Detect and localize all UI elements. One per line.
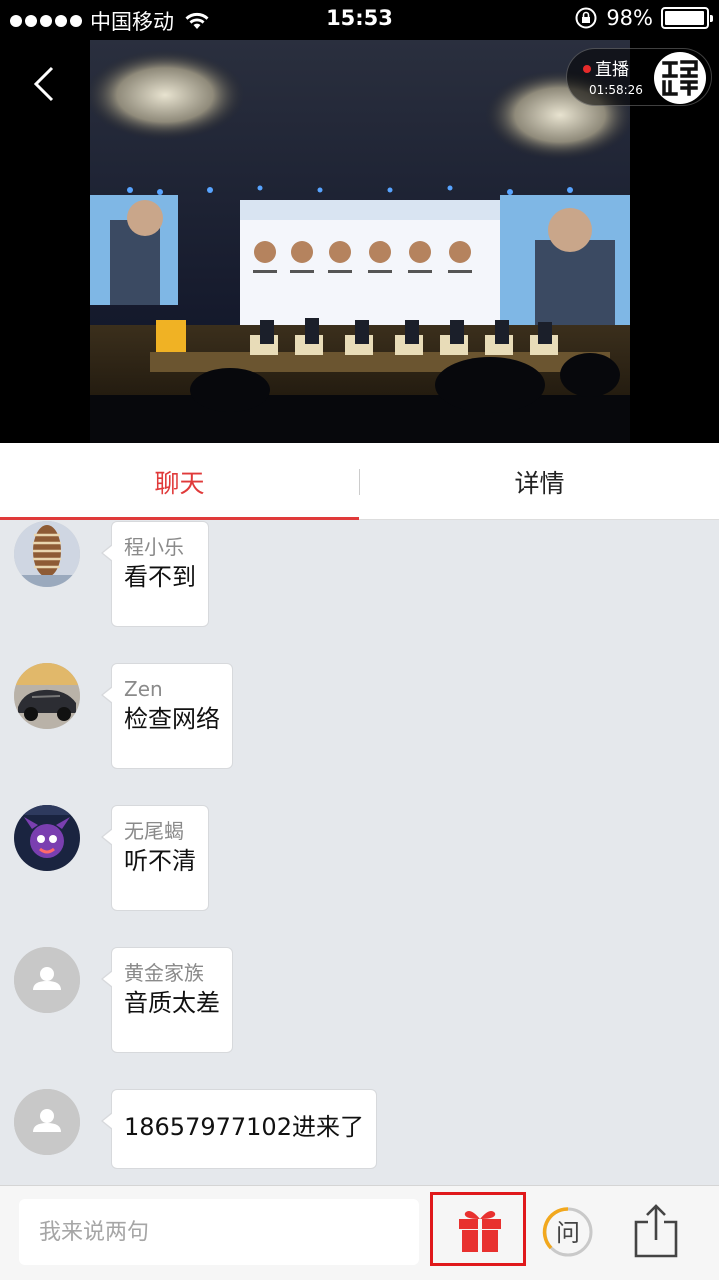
live-indicator-icon	[583, 65, 591, 73]
live-video-player[interactable]: 直播 01:58:26	[0, 40, 719, 443]
avatar[interactable]	[14, 805, 80, 871]
avatar-image	[14, 663, 80, 729]
status-bar: 中国移动 15:53 98%	[0, 0, 719, 40]
user-placeholder-icon	[14, 947, 80, 1013]
tab-bar: 聊天 详情	[0, 443, 719, 520]
bottom-toolbar: 问	[0, 1185, 719, 1280]
active-tab-indicator	[0, 517, 359, 520]
user-placeholder-icon	[14, 1089, 80, 1155]
battery-percent: 98%	[606, 6, 653, 30]
message-text: 检查网络	[124, 705, 220, 733]
message-sender: 无尾蝎	[124, 819, 184, 843]
message-bubble: 无尾蝎 听不清	[101, 805, 209, 911]
status-bar-right: 98%	[574, 6, 713, 30]
message-text: 看不到	[124, 563, 196, 591]
avatar[interactable]	[14, 663, 80, 729]
share-icon[interactable]	[630, 1202, 682, 1260]
ask-question-button[interactable]: 问	[541, 1205, 595, 1259]
broadcaster-logo	[654, 52, 706, 104]
tab-chat[interactable]: 聊天	[0, 443, 359, 520]
ask-question-icon: 问	[542, 1207, 593, 1257]
live-label: 直播	[595, 60, 629, 80]
back-arrow-icon[interactable]	[22, 62, 66, 106]
default-avatar[interactable]	[14, 947, 80, 1013]
live-status-badge[interactable]: 直播 01:58:26	[566, 48, 712, 106]
message-bubble: 程小乐 看不到	[101, 521, 209, 627]
message-sender: 黄金家族	[124, 961, 204, 985]
system-join-message: 18657977102进来了	[124, 1113, 364, 1141]
message-text: 音质太差	[124, 989, 220, 1017]
message-bubble: 黄金家族 音质太差	[101, 947, 233, 1053]
ask-question-label: 问	[556, 1219, 580, 1247]
avatar[interactable]	[14, 521, 80, 587]
comment-input[interactable]	[19, 1199, 419, 1265]
message-sender: Zen	[124, 677, 163, 701]
battery-icon	[661, 7, 713, 29]
gift-button[interactable]	[430, 1192, 526, 1266]
message-sender: 程小乐	[124, 535, 184, 559]
conference-stage-image	[90, 40, 630, 443]
message-bubble: Zen 检查网络	[101, 663, 233, 769]
message-bubble: 18657977102进来了	[101, 1089, 377, 1169]
rotation-lock-icon	[575, 7, 597, 29]
broadcaster-logo-mark	[662, 60, 698, 96]
message-text: 听不清	[124, 847, 196, 875]
default-avatar[interactable]	[14, 1089, 80, 1155]
tab-details[interactable]: 详情	[360, 443, 719, 520]
avatar-image	[14, 521, 80, 587]
avatar-image	[14, 805, 80, 871]
live-elapsed-time: 01:58:26	[589, 83, 643, 97]
gift-icon	[459, 1211, 501, 1252]
chat-message-list[interactable]: 程小乐 看不到 Zen 检查网络 无尾蝎 听不清 黄金家族 音质太差 18657…	[0, 521, 719, 1185]
